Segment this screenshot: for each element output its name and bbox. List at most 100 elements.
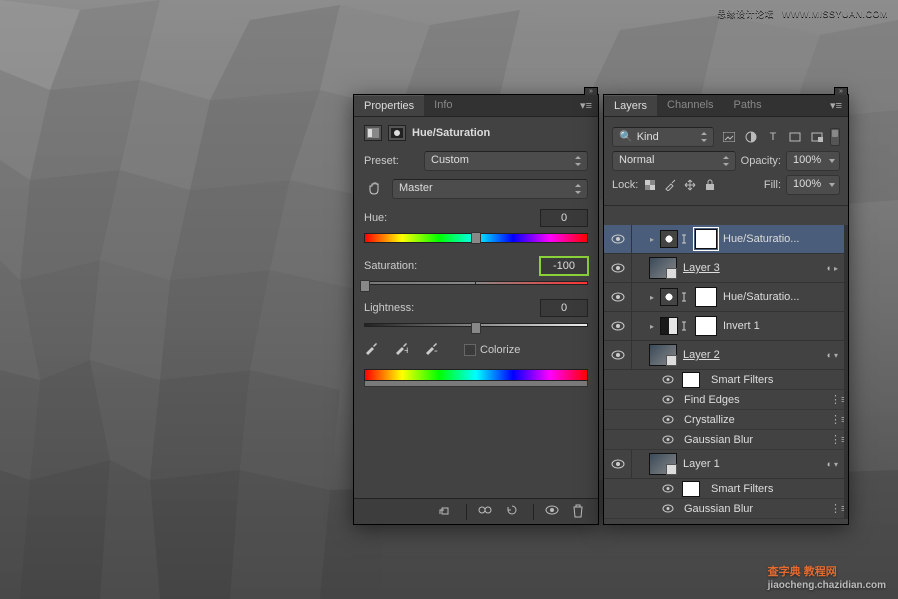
lock-position-icon[interactable]	[683, 178, 697, 192]
visibility-toggle[interactable]	[604, 283, 632, 311]
watermark-top-text: 思缘设计论坛	[717, 9, 774, 19]
layer-row[interactable]: Layer 3 ◐ ▸	[604, 254, 848, 283]
filter-row[interactable]: Gaussian Blur ⋮≡	[604, 499, 848, 519]
tab-info[interactable]: Info	[424, 95, 462, 116]
lock-all-icon[interactable]	[703, 178, 717, 192]
visibility-toggle[interactable]	[662, 484, 676, 493]
mask-thumb[interactable]	[695, 316, 717, 336]
mask-link-icon[interactable]	[680, 234, 692, 244]
layer-name[interactable]: Layer 1	[683, 458, 827, 470]
preset-label: Preset:	[364, 155, 418, 167]
saturation-slider[interactable]	[364, 281, 476, 285]
filter-name[interactable]: Crystallize	[684, 414, 830, 426]
layer-row[interactable]: Layer 1 ◐ ▾	[604, 450, 848, 479]
panel-flyout-button[interactable]: »	[834, 87, 848, 95]
adjustment-filter-icon[interactable]	[743, 129, 759, 145]
reset-icon[interactable]	[505, 504, 523, 520]
view-previous-state-icon[interactable]	[477, 504, 495, 520]
tab-properties[interactable]: Properties	[354, 95, 424, 116]
type-filter-icon[interactable]: T	[765, 129, 781, 145]
smart-filters-header[interactable]: Smart Filters	[604, 479, 848, 499]
fx-expand-icon[interactable]: ▾	[834, 351, 844, 360]
fx-badge[interactable]: ◐	[827, 459, 832, 469]
visibility-toggle[interactable]	[604, 341, 632, 369]
mask-thumb[interactable]	[695, 229, 717, 249]
panel-flyout-button[interactable]: »	[584, 87, 598, 95]
hue-input[interactable]	[540, 209, 588, 227]
fill-input[interactable]: 100%	[786, 175, 840, 195]
toggle-visibility-icon[interactable]	[544, 504, 562, 520]
hue-slider[interactable]	[364, 233, 588, 243]
filter-name[interactable]: Gaussian Blur	[684, 503, 830, 515]
channel-select[interactable]: Master	[392, 179, 588, 199]
filter-mask-thumb[interactable]	[682, 481, 700, 497]
eyedropper-add-icon[interactable]: +	[394, 341, 412, 359]
shape-filter-icon[interactable]	[787, 129, 803, 145]
visibility-toggle[interactable]	[604, 312, 632, 340]
delete-adjustment-icon[interactable]	[572, 504, 590, 520]
expand-arrow-icon[interactable]: ▸	[646, 322, 658, 331]
visibility-toggle[interactable]	[662, 395, 676, 404]
smart-filters-label: Smart Filters	[711, 483, 848, 495]
panel-menu-button[interactable]: ▾≡	[574, 95, 598, 116]
lightness-slider[interactable]	[364, 323, 588, 327]
blend-mode-select[interactable]: Normal	[612, 151, 736, 171]
visibility-toggle[interactable]	[604, 225, 632, 253]
panel-menu-button[interactable]: ▾≡	[824, 95, 848, 116]
fx-badge[interactable]: ◐	[827, 350, 832, 360]
layer-row[interactable]: Layer 2 ◐ ▾	[604, 341, 848, 370]
targeted-adjustment-tool[interactable]	[364, 180, 386, 198]
mask-link-icon[interactable]	[680, 321, 692, 331]
filter-name[interactable]: Gaussian Blur	[684, 434, 830, 446]
layer-row[interactable]: ▸ Invert 1	[604, 312, 848, 341]
visibility-toggle[interactable]	[604, 254, 632, 282]
tab-paths[interactable]: Paths	[724, 95, 772, 116]
color-range-bar[interactable]	[364, 369, 588, 387]
fx-expand-icon[interactable]: ▾	[834, 460, 844, 469]
eyedropper-subtract-icon[interactable]: -	[424, 341, 442, 359]
lock-transparency-icon[interactable]	[643, 178, 657, 192]
filter-mask-thumb[interactable]	[682, 372, 700, 388]
layer-name[interactable]: Hue/Saturatio...	[723, 291, 844, 303]
filter-kind-select[interactable]: 🔍Kind	[612, 127, 714, 147]
visibility-toggle[interactable]	[662, 504, 676, 513]
layers-scrollbar[interactable]	[844, 225, 848, 519]
clip-to-layer-icon[interactable]	[438, 504, 456, 520]
filter-row[interactable]: Crystallize ⋮≡	[604, 410, 848, 430]
layer-name[interactable]: Invert 1	[723, 320, 844, 332]
layer-list: ▸ Hue/Saturatio... Layer 3 ◐ ▸ ▸ Hue/Sat…	[604, 225, 848, 519]
filter-row[interactable]: Gaussian Blur ⋮≡	[604, 430, 848, 450]
layer-thumb	[649, 344, 677, 366]
lightness-input[interactable]	[540, 299, 588, 317]
filter-toggle-switch[interactable]	[830, 128, 840, 146]
pixel-filter-icon[interactable]	[721, 129, 737, 145]
tab-channels[interactable]: Channels	[657, 95, 723, 116]
layer-row[interactable]: ▸ Hue/Saturatio...	[604, 283, 848, 312]
filter-name[interactable]: Find Edges	[684, 394, 830, 406]
layer-row[interactable]: ▸ Hue/Saturatio...	[604, 225, 848, 254]
eyedropper-icon[interactable]	[364, 341, 382, 359]
visibility-toggle[interactable]	[662, 415, 676, 424]
visibility-toggle[interactable]	[662, 375, 676, 384]
colorize-checkbox[interactable]	[464, 344, 476, 356]
fx-expand-icon[interactable]: ▸	[834, 264, 844, 273]
preset-select[interactable]: Custom	[424, 151, 588, 171]
layer-name[interactable]: Hue/Saturatio...	[723, 233, 844, 245]
smart-filters-header[interactable]: Smart Filters	[604, 370, 848, 390]
expand-arrow-icon[interactable]: ▸	[646, 235, 658, 244]
lock-pixels-icon[interactable]	[663, 178, 677, 192]
fx-badge[interactable]: ◐	[827, 263, 832, 273]
mask-link-icon[interactable]	[680, 292, 692, 302]
expand-arrow-icon[interactable]: ▸	[646, 293, 658, 302]
layer-name[interactable]: Layer 2	[683, 349, 827, 361]
layer-name[interactable]: Layer 3	[683, 262, 827, 274]
filter-row[interactable]: Find Edges ⋮≡	[604, 390, 848, 410]
visibility-toggle[interactable]	[604, 450, 632, 478]
saturation-input[interactable]	[540, 257, 588, 275]
visibility-toggle[interactable]	[662, 435, 676, 444]
opacity-input[interactable]: 100%	[786, 151, 840, 171]
smartobject-filter-icon[interactable]	[809, 129, 825, 145]
colorize-label: Colorize	[480, 344, 520, 356]
mask-thumb[interactable]	[695, 287, 717, 307]
tab-layers[interactable]: Layers	[604, 95, 657, 116]
